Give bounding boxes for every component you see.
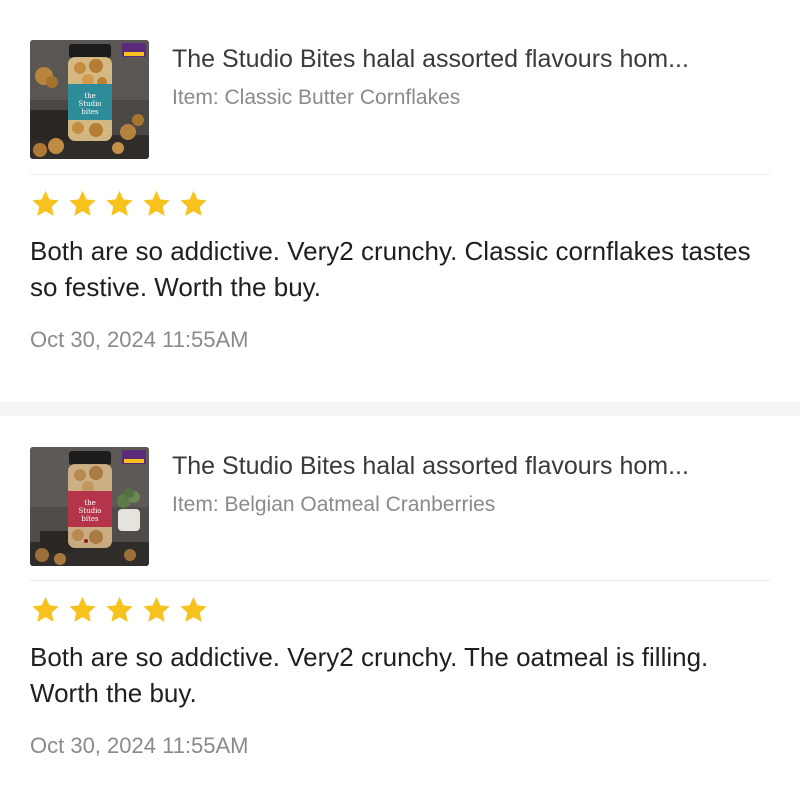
jar-lid bbox=[69, 451, 111, 465]
product-title[interactable]: The Studio Bites halal assorted flavours… bbox=[172, 44, 772, 74]
star-rating bbox=[30, 189, 209, 219]
product-variant: Item: Belgian Oatmeal Cranberries bbox=[172, 493, 496, 516]
star-icon bbox=[106, 596, 133, 622]
svg-text:Studio: Studio bbox=[78, 100, 101, 108]
review-card: the Studio bites The Studio Bites halal … bbox=[0, 416, 800, 800]
product-row[interactable]: the Studio bites The Studio Bites halal … bbox=[30, 447, 770, 567]
review-date: Oct 30, 2024 11:55AM bbox=[30, 327, 249, 352]
svg-text:the: the bbox=[84, 92, 95, 100]
product-variant: Item: Classic Butter Cornflakes bbox=[172, 86, 461, 109]
jar-lid bbox=[69, 44, 111, 58]
product-jar-image: the Studio bites bbox=[30, 40, 149, 159]
star-icon bbox=[106, 190, 133, 216]
star-icon bbox=[180, 190, 207, 216]
svg-text:bites: bites bbox=[81, 108, 99, 116]
star-icon bbox=[69, 596, 96, 622]
star-icon bbox=[143, 596, 170, 622]
reviews-page: the Studio bites The Studio Bites halal … bbox=[0, 0, 800, 800]
svg-text:the: the bbox=[84, 499, 95, 507]
svg-text:Studio: Studio bbox=[78, 507, 101, 515]
star-icon bbox=[69, 190, 96, 216]
section-divider bbox=[0, 402, 800, 416]
star-icon bbox=[32, 596, 59, 622]
product-title[interactable]: The Studio Bites halal assorted flavours… bbox=[172, 451, 772, 481]
star-rating bbox=[30, 595, 209, 625]
review-text: Both are so addictive. Very2 crunchy. Th… bbox=[30, 642, 709, 708]
star-icon bbox=[180, 596, 207, 622]
product-jar-image: the Studio bites bbox=[30, 447, 149, 566]
product-thumbnail[interactable]: the Studio bites bbox=[30, 40, 149, 159]
product-thumbnail[interactable]: the Studio bites bbox=[30, 447, 149, 566]
star-icon bbox=[32, 190, 59, 216]
star-icon bbox=[143, 190, 170, 216]
divider bbox=[30, 174, 770, 175]
product-row[interactable]: the Studio bites The Studio Bites halal … bbox=[30, 40, 770, 160]
review-card: the Studio bites The Studio Bites halal … bbox=[0, 0, 800, 402]
divider bbox=[30, 580, 770, 581]
review-date: Oct 30, 2024 11:55AM bbox=[30, 733, 249, 758]
svg-text:bites: bites bbox=[81, 515, 99, 523]
review-text: Both are so addictive. Very2 crunchy. Cl… bbox=[30, 236, 751, 302]
